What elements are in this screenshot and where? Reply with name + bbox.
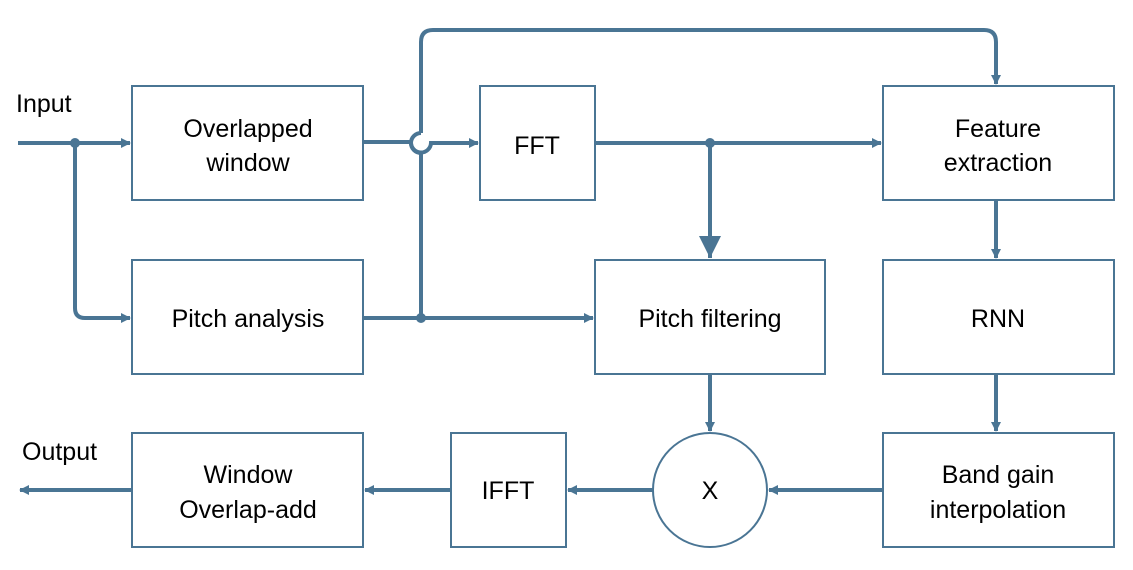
block-label: IFFT: [482, 477, 535, 505]
block-label: Feature: [955, 115, 1041, 143]
block-label: Window: [204, 461, 294, 489]
block-fft: FFT: [479, 85, 596, 201]
block-overlapped-window: Overlapped window: [131, 85, 364, 201]
block-label: extraction: [944, 149, 1052, 177]
block-pitch-analysis: Pitch analysis: [131, 259, 364, 375]
rnnoise-block-diagram: Input Output Overlapped window Pitch ana…: [16, 28, 1115, 548]
block-label: Band gain: [942, 461, 1055, 489]
block-band-gain-interpolation: Band gain interpolation: [882, 432, 1115, 548]
block-multiply: X: [652, 432, 768, 548]
block-ifft: IFFT: [450, 432, 567, 548]
jump-arc: [409, 131, 422, 155]
block-label: Overlap-add: [179, 496, 317, 524]
block-label: interpolation: [930, 496, 1066, 524]
block-label: Pitch filtering: [638, 305, 781, 333]
block-label: window: [205, 149, 290, 177]
block-label: RNN: [971, 305, 1025, 333]
arrow-input-to-pitch-analysis: [73, 143, 131, 323]
block-rnn: RNN: [882, 259, 1115, 375]
arrow-window-to-fft: [363, 138, 479, 155]
block-pitch-filtering: Pitch filtering: [594, 259, 826, 375]
block-label: X: [702, 477, 719, 505]
input-label: Input: [16, 90, 72, 118]
output-label: Output: [22, 438, 97, 466]
junction-dot: [416, 313, 426, 323]
block-label: FFT: [514, 132, 560, 160]
block-label: Pitch analysis: [172, 305, 325, 333]
block-feature-extraction: Feature extraction: [882, 85, 1115, 201]
block-window-overlap-add: Window Overlap-add: [131, 432, 364, 548]
block-label: Overlapped: [183, 115, 312, 143]
